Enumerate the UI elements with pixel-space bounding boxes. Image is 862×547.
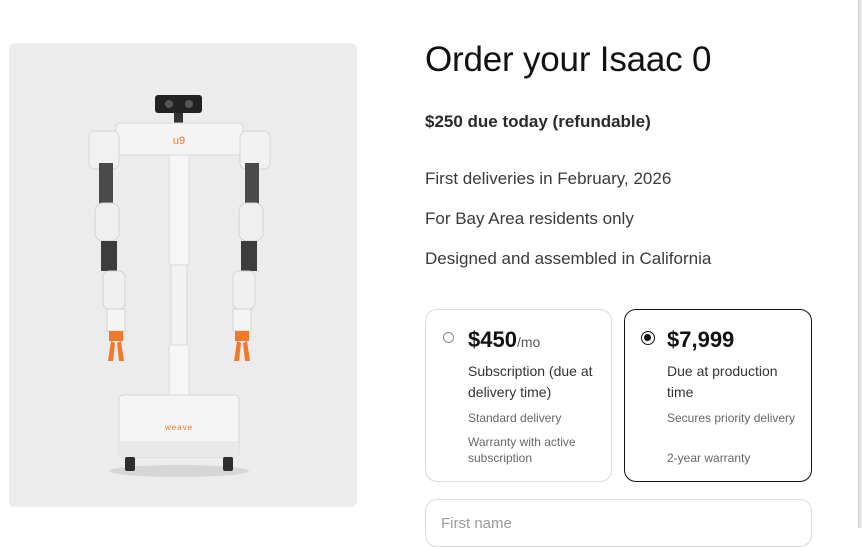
purchase-radio[interactable] (641, 331, 655, 345)
first-name-input[interactable] (425, 499, 812, 547)
plan-detail: 2-year warranty (667, 451, 751, 465)
product-image: u9 weave (9, 43, 357, 507)
scrollbar[interactable] (858, 0, 862, 528)
due-today-label: $250 due today (refundable) (425, 112, 651, 131)
plan-description: Due at production time (667, 363, 778, 400)
feature-region: For Bay Area residents only (425, 209, 634, 228)
subscription-radio[interactable] (443, 332, 454, 343)
plan-detail: Secures priority delivery (667, 411, 796, 425)
page-title: Order your Isaac 0 (425, 40, 712, 79)
feature-delivery-date: First deliveries in February, 2026 (425, 169, 672, 188)
base-logo: weave (164, 423, 193, 432)
price-value: $7,999 (667, 327, 735, 352)
plan-price: $450/mo (468, 327, 540, 353)
plan-detail: Standard delivery (468, 411, 562, 425)
feature-origin: Designed and assembled in California (425, 249, 712, 268)
plan-detail: Warranty with active subscription (468, 435, 576, 465)
price-value: $450 (468, 327, 517, 352)
plan-option-purchase[interactable]: $7,999 Due at production time Secures pr… (624, 309, 812, 482)
head-logo: u9 (173, 135, 185, 147)
plan-description: Subscription (due at delivery time) (468, 363, 593, 400)
plan-option-subscription[interactable]: $450/mo Subscription (due at delivery ti… (425, 309, 612, 482)
plan-price: $7,999 (667, 327, 734, 353)
price-unit: /mo (516, 334, 541, 350)
